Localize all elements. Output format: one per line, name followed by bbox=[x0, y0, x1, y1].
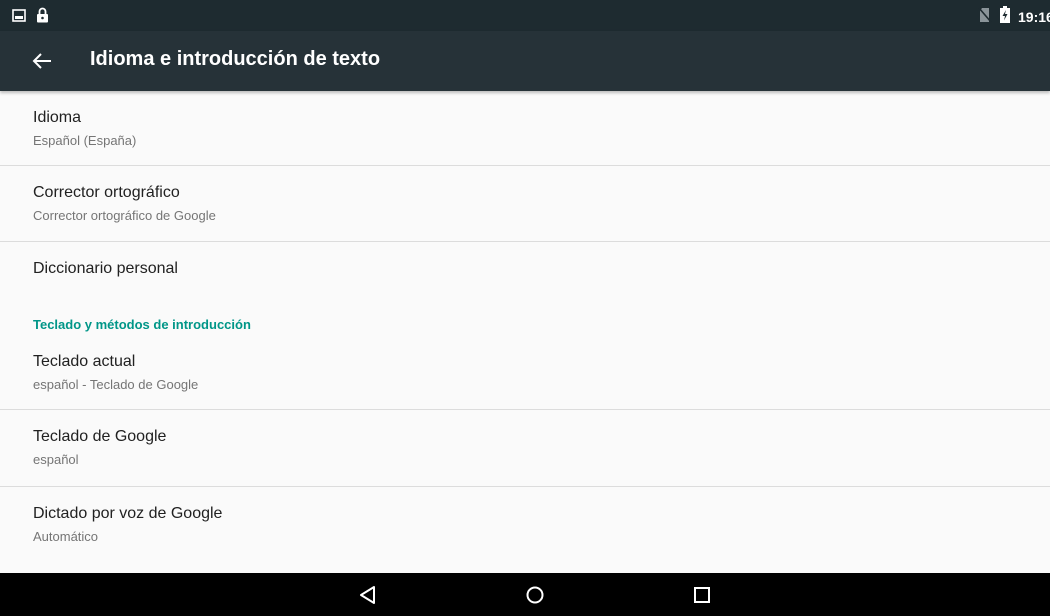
back-button[interactable] bbox=[28, 47, 58, 75]
nav-recents-button[interactable] bbox=[689, 582, 715, 608]
back-triangle-icon bbox=[355, 586, 381, 612]
pref-google-voice-typing-summary: Automático bbox=[33, 529, 99, 544]
pref-current-keyboard[interactable]: Teclado actual español - Teclado de Goog… bbox=[0, 335, 1050, 409]
pref-spell-checker-title: Corrector ortográfico bbox=[33, 184, 180, 201]
recents-square-icon bbox=[689, 587, 715, 612]
page-title: Idioma e introducción de texto bbox=[90, 48, 381, 70]
pref-current-keyboard-summary: español - Teclado de Google bbox=[33, 377, 199, 392]
nav-back-button[interactable] bbox=[355, 582, 381, 608]
settings-list: Idioma Español (España) Corrector ortogr… bbox=[0, 91, 1050, 573]
navigation-bar bbox=[0, 573, 1050, 616]
nav-home-button[interactable] bbox=[522, 582, 548, 608]
pref-google-voice-typing-title: Dictado por voz de Google bbox=[33, 505, 223, 522]
image-icon bbox=[12, 8, 26, 27]
arrow-back-icon bbox=[28, 53, 58, 79]
pref-spell-checker[interactable]: Corrector ortográfico Corrector ortográf… bbox=[0, 166, 1050, 241]
pref-google-keyboard-title: Teclado de Google bbox=[33, 428, 167, 445]
pref-current-keyboard-title: Teclado actual bbox=[33, 353, 136, 370]
app-bar: Idioma e introducción de texto bbox=[0, 31, 1050, 91]
pref-google-keyboard-summary: español bbox=[33, 452, 79, 467]
pref-google-keyboard[interactable]: Teclado de Google español bbox=[0, 410, 1050, 486]
no-sim-icon bbox=[978, 6, 992, 28]
pref-personal-dictionary-title: Diccionario personal bbox=[33, 260, 178, 277]
battery-charging-icon bbox=[1000, 6, 1010, 28]
lock-icon bbox=[36, 7, 49, 28]
pref-language-summary: Español (España) bbox=[33, 133, 137, 148]
category-header-keyboard: Teclado y métodos de introducción bbox=[33, 317, 251, 332]
home-circle-icon bbox=[522, 586, 548, 612]
status-time: 19:16 bbox=[1018, 9, 1050, 25]
status-bar: 19:16 bbox=[0, 0, 1050, 31]
pref-language[interactable]: Idioma Español (España) bbox=[0, 91, 1050, 165]
pref-google-voice-typing[interactable]: Dictado por voz de Google Automático bbox=[0, 487, 1050, 573]
settings-screen: 19:16 Idioma e introducción de texto Idi… bbox=[0, 0, 1050, 616]
pref-language-title: Idioma bbox=[33, 109, 82, 126]
pref-personal-dictionary[interactable]: Diccionario personal bbox=[0, 242, 1050, 298]
pref-spell-checker-summary: Corrector ortográfico de Google bbox=[33, 208, 216, 223]
